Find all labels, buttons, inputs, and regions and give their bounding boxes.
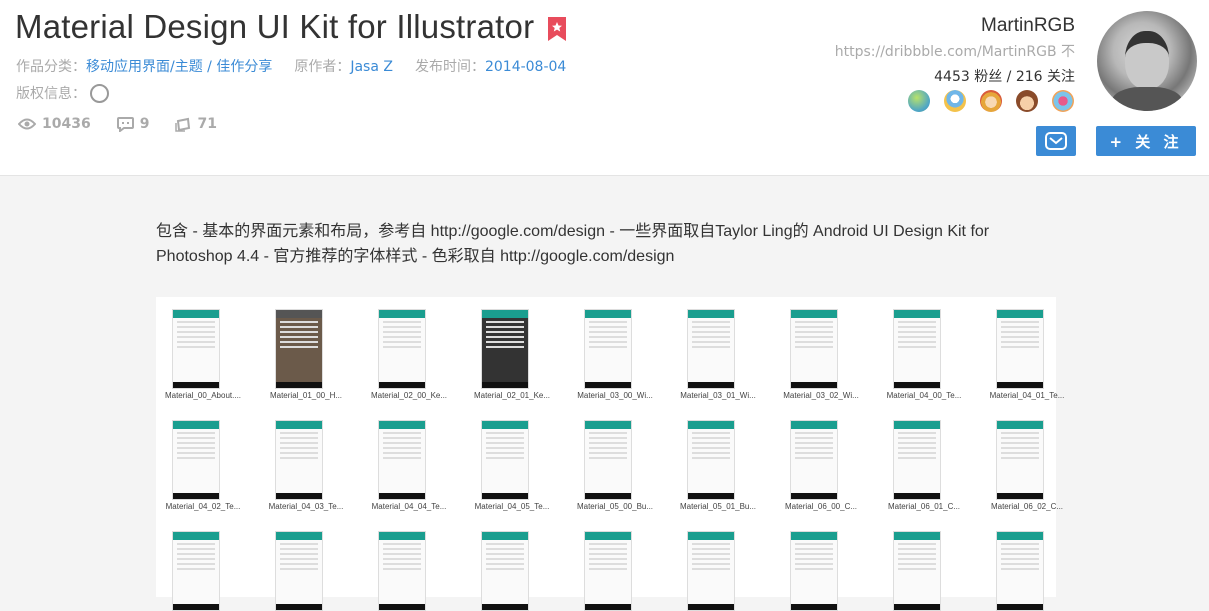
thumbnail-image bbox=[481, 309, 529, 389]
thumbnail-image bbox=[687, 531, 735, 611]
thumbnail-caption: Material_05_00_Bu... bbox=[576, 502, 654, 511]
stats-row: 10436 9 71 bbox=[18, 116, 243, 132]
thumbnail-image bbox=[996, 531, 1044, 611]
avatar-shoulders bbox=[1111, 87, 1183, 111]
badge-face-icon[interactable] bbox=[1016, 90, 1038, 112]
thumbnail-caption: Material_05_01_Bu... bbox=[679, 502, 757, 511]
thumbnail-image bbox=[790, 531, 838, 611]
thumbnail-image bbox=[172, 309, 220, 389]
thumbnail-caption: Material_04_02_Te... bbox=[165, 502, 241, 511]
message-button[interactable] bbox=[1036, 126, 1076, 156]
badge-laptop-icon[interactable] bbox=[944, 90, 966, 112]
comments-stat[interactable]: 9 bbox=[116, 116, 150, 132]
author-badges bbox=[908, 90, 1074, 112]
comments-count: 9 bbox=[139, 116, 150, 132]
thumbnail-image bbox=[687, 420, 735, 500]
follow-button[interactable]: + 关 注 bbox=[1096, 126, 1196, 156]
avatar-face bbox=[1125, 31, 1169, 89]
thumbnail-caption: Material_06_00_C... bbox=[784, 502, 858, 511]
thumbnail-image bbox=[790, 420, 838, 500]
thumbnail-image bbox=[893, 531, 941, 611]
thumbnail-image bbox=[893, 309, 941, 389]
thumbnail-caption: Material_06_02_C... bbox=[990, 502, 1064, 511]
thumbnail-image bbox=[687, 309, 735, 389]
copyright-label: 版权信息： bbox=[16, 86, 86, 102]
thumbnail-image bbox=[378, 420, 426, 500]
eye-icon bbox=[18, 118, 36, 130]
thumbnail-caption: Material_03_00_Wi... bbox=[577, 391, 653, 400]
recommend-flag-icon bbox=[548, 17, 567, 41]
thumbnail-caption: Material_04_01_Te... bbox=[989, 391, 1065, 400]
thumbnail-caption: Material_00_About.... bbox=[164, 391, 242, 400]
thumbnail-image bbox=[172, 531, 220, 611]
thumbnail-caption: Material_02_00_Ke... bbox=[370, 391, 448, 400]
thumbnail-image bbox=[275, 531, 323, 611]
thumbnail-caption: Material_04_05_Te... bbox=[474, 502, 550, 511]
author-info: MartinRGB https://dribbble.com/MartinRGB… bbox=[835, 15, 1075, 86]
thumbnail-image bbox=[790, 309, 838, 389]
thumbnail-caption: Material_04_04_Te... bbox=[371, 502, 447, 511]
thumbnail-image bbox=[893, 420, 941, 500]
work-description: 包含 - 基本的界面元素和布局，参考自 http://google.com/de… bbox=[156, 223, 990, 265]
author-avatar[interactable] bbox=[1097, 11, 1197, 111]
views-count: 10436 bbox=[42, 116, 91, 132]
thumbnail-image bbox=[584, 420, 632, 500]
thumbnail-caption: Material_06_01_C... bbox=[887, 502, 961, 511]
page-title: Material Design UI Kit for Illustrator bbox=[15, 8, 535, 45]
thumbnail-image bbox=[172, 420, 220, 500]
copyright-row: 版权信息： bbox=[16, 83, 109, 103]
thumbnail-image bbox=[275, 420, 323, 500]
comment-icon bbox=[116, 116, 134, 132]
views-stat: 10436 bbox=[18, 116, 91, 132]
likes-stat[interactable]: 71 bbox=[175, 116, 217, 132]
thumbnail-caption: Material_01_00_H... bbox=[269, 391, 343, 400]
thumbnail-image bbox=[378, 531, 426, 611]
original-author-link[interactable]: Jasa Z bbox=[350, 59, 393, 75]
thumbnail-caption: Material_04_00_Te... bbox=[886, 391, 962, 400]
badge-character-icon[interactable] bbox=[980, 90, 1002, 112]
thumbnail-caption: Material_04_03_Te... bbox=[268, 502, 344, 511]
thumbnail-image bbox=[996, 309, 1044, 389]
thumbnail-image bbox=[996, 420, 1044, 500]
category-label: 作品分类： bbox=[16, 59, 86, 75]
thumbnail-panel: Material_00_About.... Material_01_00_H...… bbox=[156, 297, 1064, 611]
work-title-row: Material Design UI Kit for Illustrator bbox=[15, 8, 567, 46]
thumbnail-caption: Material_02_01_Ke... bbox=[473, 391, 551, 400]
thumbnail-image bbox=[481, 420, 529, 500]
thumbnail-image bbox=[378, 309, 426, 389]
thumbnail-image bbox=[584, 309, 632, 389]
author-fans: 4453 粉丝 / 216 关注 bbox=[934, 69, 1075, 85]
envelope-icon bbox=[1045, 132, 1067, 150]
thumbnail-image bbox=[584, 531, 632, 611]
badge-globe-icon[interactable] bbox=[908, 90, 930, 112]
publish-date: 2014-08-04 bbox=[484, 59, 567, 75]
likes-count: 71 bbox=[197, 116, 217, 132]
thumbnail-image bbox=[275, 309, 323, 389]
work-header: Material Design UI Kit for Illustrator 作… bbox=[0, 0, 1209, 176]
author-url[interactable]: https://dribbble.com/MartinRGB 不 bbox=[835, 41, 1075, 61]
thumbnail-caption: Material_03_02_Wi... bbox=[783, 391, 859, 400]
author-name[interactable]: MartinRGB bbox=[835, 15, 1075, 37]
thumbnail-image bbox=[481, 531, 529, 611]
category-link[interactable]: 移动应用界面/主题 / 佳作分享 bbox=[86, 59, 272, 75]
publish-date-label: 发布时间： bbox=[414, 59, 485, 75]
badge-heart-icon[interactable] bbox=[1052, 90, 1074, 112]
thumbnail-caption: Material_03_01_Wi... bbox=[680, 391, 756, 400]
original-author-label: 原作者： bbox=[294, 59, 351, 75]
collect-icon bbox=[175, 117, 191, 132]
copyright-circle-icon[interactable] bbox=[90, 83, 109, 103]
work-meta: 作品分类：移动应用界面/主题 / 佳作分享 原作者：Jasa Z 发布时间：20… bbox=[16, 56, 588, 76]
